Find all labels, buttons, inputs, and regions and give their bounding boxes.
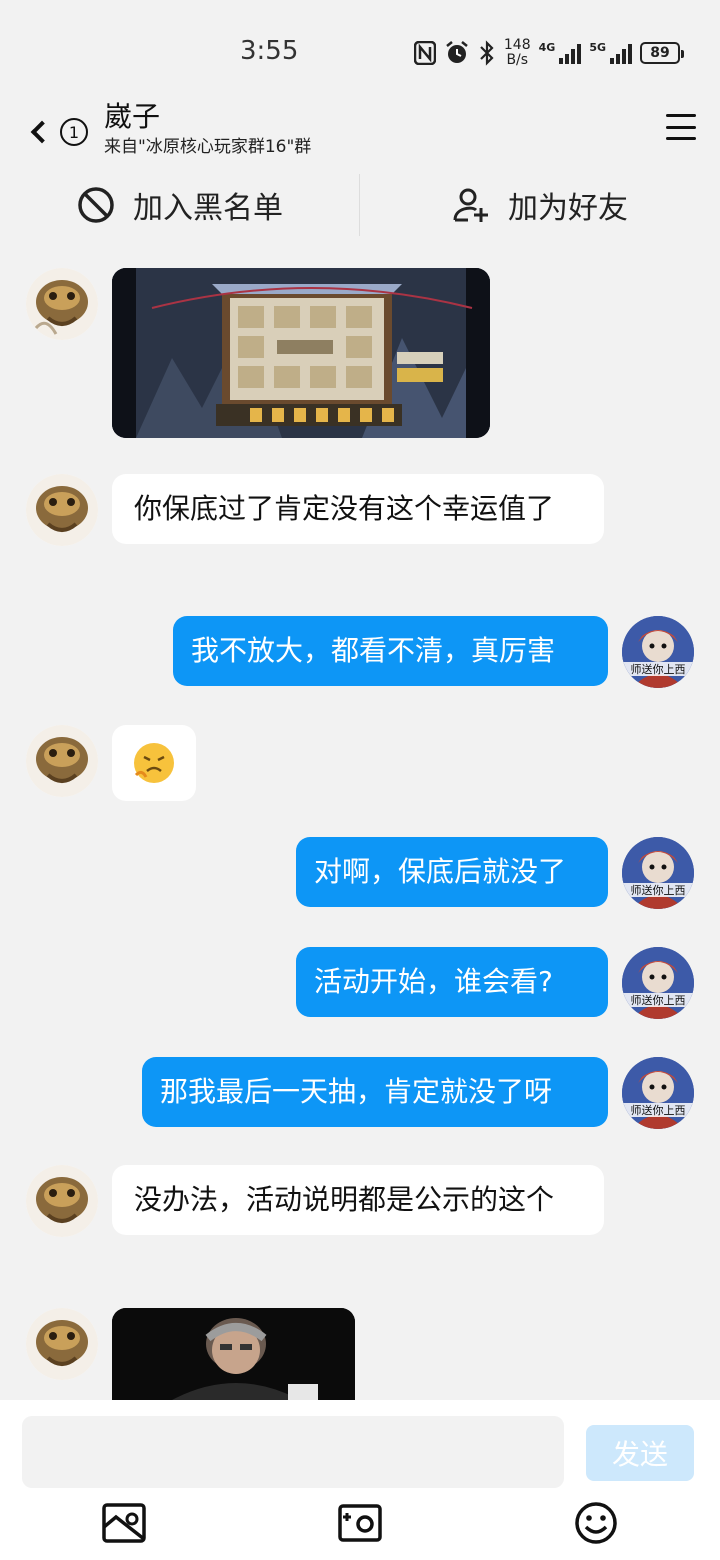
snort-emoji-icon: [134, 743, 174, 783]
chat-header: 1 崴子 来自"冰原核心玩家群16"群: [0, 100, 720, 164]
sim1-type: 4G: [538, 40, 556, 54]
unread-count-badge: 1: [60, 118, 88, 146]
camera-button[interactable]: [337, 1500, 383, 1546]
camera-icon: [338, 1504, 382, 1542]
svg-text:师送你上西: 师送你上西: [631, 1103, 686, 1117]
add-user-icon: [453, 188, 488, 222]
message-input[interactable]: [22, 1416, 564, 1488]
photo-image: [112, 1308, 355, 1400]
svg-text:师送你上西: 师送你上西: [631, 883, 686, 897]
page-title: 崴子: [104, 100, 161, 133]
composer: 发送: [0, 1400, 720, 1560]
emoji-icon: [575, 1502, 617, 1544]
my-avatar[interactable]: 师送你上西: [622, 616, 694, 688]
bluetooth-icon: [480, 40, 494, 66]
add-friend-label: 加为好友: [508, 191, 628, 226]
game-screenshot-image: [112, 268, 490, 438]
message-bubble-self: 活动开始，谁会看?: [296, 947, 608, 1017]
image-icon: [102, 1503, 146, 1543]
sender-avatar[interactable]: [26, 268, 98, 340]
action-bar: 加入黑名单 加为好友: [0, 172, 720, 238]
my-avatar[interactable]: 师送你上西: [622, 947, 694, 1019]
message-bubble: 你保底过了肯定没有这个幸运值了: [112, 474, 604, 544]
battery-icon: 89: [640, 42, 684, 64]
my-avatar[interactable]: 师送你上西: [622, 1057, 694, 1129]
sender-avatar[interactable]: [26, 1308, 98, 1380]
send-button[interactable]: 发送: [586, 1425, 694, 1481]
message-bubble-self: 那我最后一天抽，肯定就没了呀: [142, 1057, 608, 1127]
hamburger-menu-icon[interactable]: [666, 112, 696, 142]
block-label: 加入黑名单: [133, 191, 283, 226]
alarm-icon: [446, 41, 468, 63]
message-bubble: 没办法，活动说明都是公示的这个: [112, 1165, 604, 1235]
status-icons: 148 B/s 4G 5G 89: [413, 36, 684, 70]
status-time: 3:55: [240, 36, 299, 66]
sender-avatar[interactable]: [26, 1165, 98, 1237]
net-speed: 148 B/s: [503, 37, 531, 68]
add-friend-button[interactable]: 加为好友: [360, 172, 720, 238]
image-message[interactable]: [112, 268, 490, 438]
svg-text:师送你上西: 师送你上西: [631, 993, 686, 1007]
chevron-left-icon: [30, 120, 54, 144]
image-picker-button[interactable]: [101, 1500, 147, 1546]
emoji-button[interactable]: [573, 1500, 619, 1546]
action-divider: [359, 174, 360, 236]
signal-icon-2: [610, 42, 632, 64]
emoji-bubble: [112, 725, 196, 801]
block-icon: [78, 187, 114, 223]
status-bar: 3:55 148 B/s 4G 5G 89: [0, 0, 720, 100]
signal-icon: [559, 42, 582, 64]
sender-avatar[interactable]: [26, 474, 98, 546]
svg-text:师送你上西: 师送你上西: [631, 662, 686, 676]
back-button[interactable]: 1: [24, 108, 94, 156]
message-bubble-self: 我不放大，都看不清，真厉害: [173, 616, 608, 686]
block-button[interactable]: 加入黑名单: [0, 172, 360, 238]
chat-screen: 3:55 148 B/s 4G 5G 89 1 崴子 来自"冰原核心玩家群16"…: [0, 0, 720, 1560]
nfc-icon: [413, 41, 436, 65]
page-subtitle: 来自"冰原核心玩家群16"群: [104, 137, 312, 157]
my-avatar[interactable]: 师送你上西: [622, 837, 694, 909]
sender-avatar[interactable]: [26, 725, 98, 797]
sim2-type: 5G: [589, 40, 606, 54]
message-bubble-self: 对啊，保底后就没了: [296, 837, 608, 907]
image-message[interactable]: [112, 1308, 355, 1400]
